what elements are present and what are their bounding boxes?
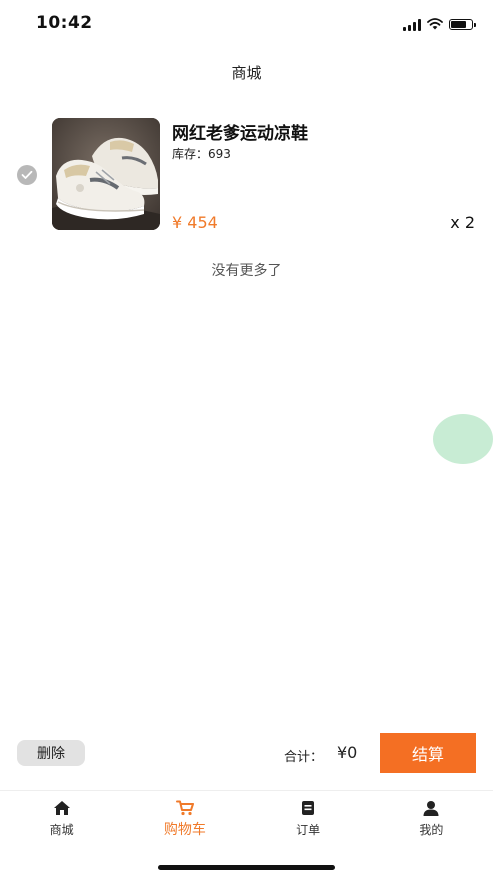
- cart-icon: [175, 800, 194, 816]
- status-icons: [403, 15, 476, 34]
- tab-cart-label: 购物车: [163, 822, 206, 838]
- check-icon: [21, 170, 33, 179]
- tab-orders-label: 订单: [296, 823, 321, 837]
- tab-profile-label: 我的: [419, 823, 444, 837]
- cart-item: 网红老爹运动凉鞋 库存：693 ¥ 454 x 2: [0, 115, 493, 235]
- checkout-button[interactable]: 结算: [380, 733, 476, 773]
- order-icon: [301, 800, 315, 816]
- status-bar: 10:42: [0, 0, 493, 46]
- stock-label: 库存：: [172, 147, 209, 161]
- total-label: 合计：: [284, 750, 324, 765]
- checkout-bar: 删除 合计： ¥0 结算: [0, 732, 493, 774]
- floating-action-bubble[interactable]: [433, 414, 493, 464]
- status-time: 10:42: [36, 13, 93, 33]
- tab-home-label: 商城: [49, 823, 74, 837]
- product-image[interactable]: [52, 118, 160, 230]
- tab-profile[interactable]: 我的: [370, 791, 493, 849]
- tab-cart[interactable]: 购物车: [123, 791, 246, 849]
- signal-icon: [403, 18, 421, 31]
- total-value: ¥0: [337, 743, 358, 762]
- delete-button[interactable]: 删除: [17, 740, 85, 766]
- tab-orders[interactable]: 订单: [247, 791, 370, 849]
- home-indicator[interactable]: [158, 865, 335, 870]
- battery-icon: [449, 19, 476, 30]
- stock-value: 693: [208, 147, 231, 161]
- product-price: ¥ 454: [172, 213, 218, 232]
- product-quantity: x 2: [450, 213, 475, 232]
- tab-bar: 商城 购物车 订单 我的: [0, 790, 493, 849]
- home-icon: [53, 800, 71, 816]
- list-end-text: 没有更多了: [211, 263, 282, 279]
- profile-icon: [422, 800, 440, 816]
- wifi-icon: [427, 15, 443, 34]
- product-name[interactable]: 网红老爹运动凉鞋: [172, 119, 308, 144]
- tab-home[interactable]: 商城: [0, 791, 123, 849]
- item-select-checkbox[interactable]: [17, 165, 37, 185]
- stock-info: 库存：693: [172, 145, 231, 162]
- page-title: 商城: [231, 64, 262, 82]
